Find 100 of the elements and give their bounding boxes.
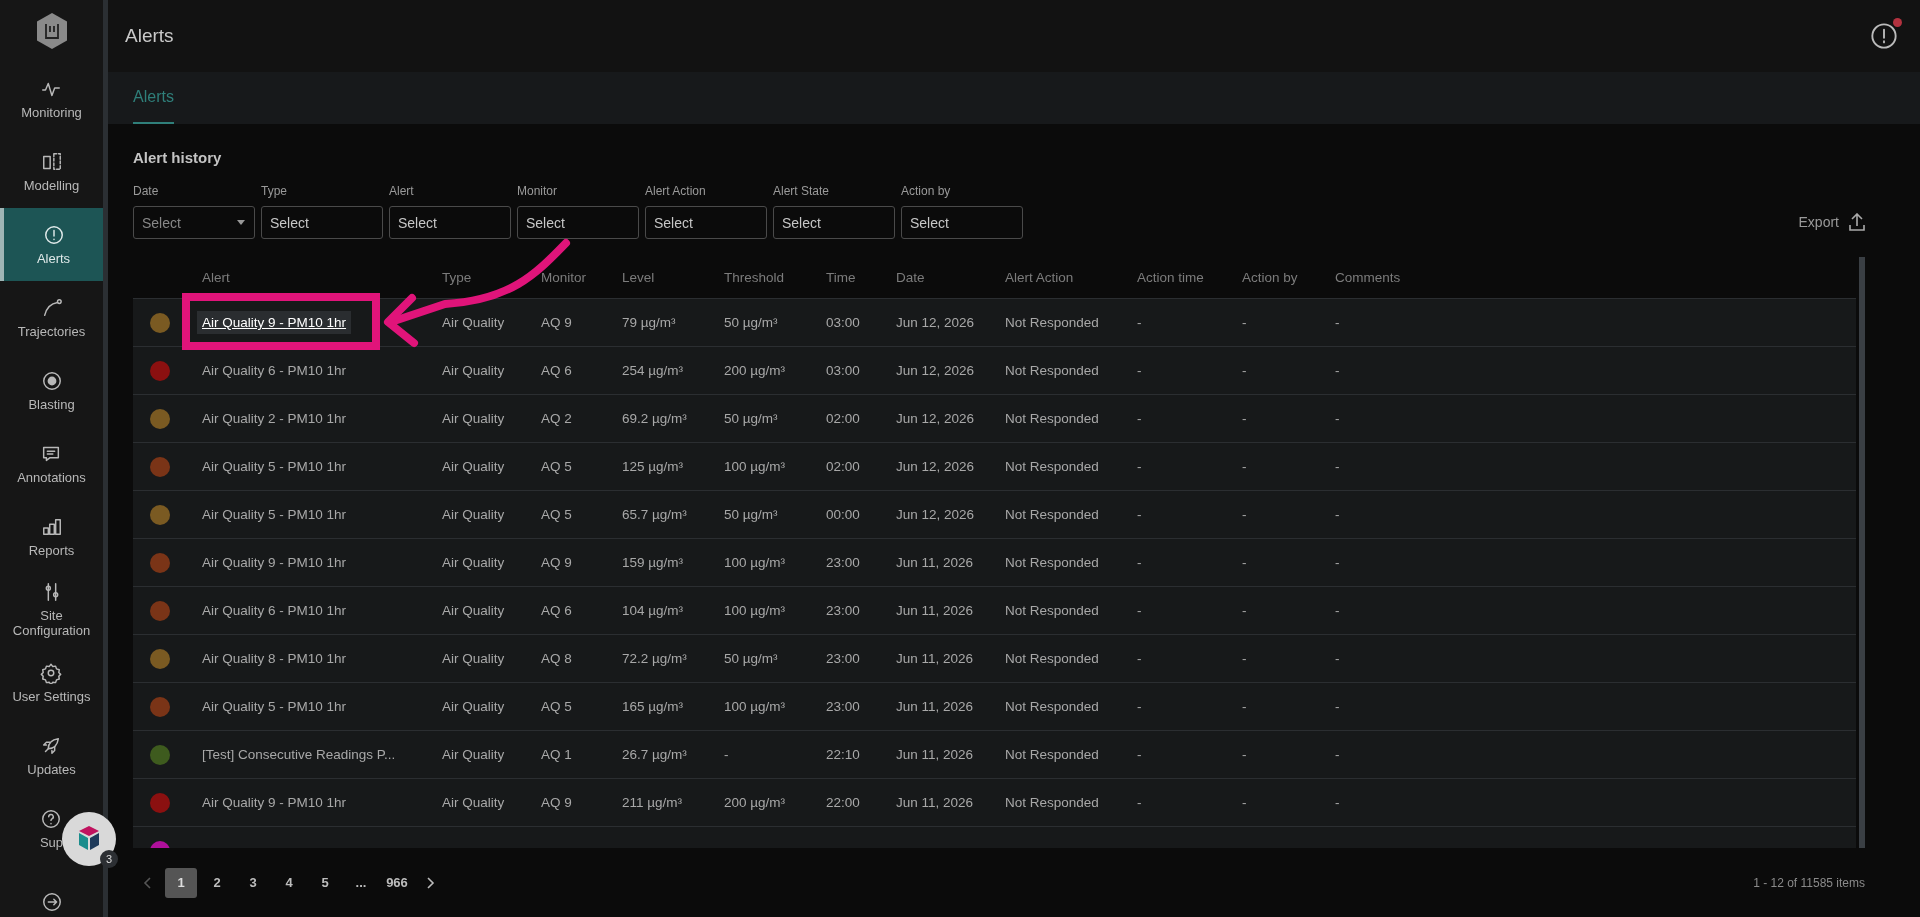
table-cell-text: - — [1242, 555, 1248, 570]
table-cell-text: - — [1335, 747, 1341, 762]
input-field[interactable]: Select — [517, 206, 639, 239]
input-field[interactable]: Select — [901, 206, 1023, 239]
page-button[interactable]: 2 — [201, 867, 233, 898]
table-cell-text: Air Quality — [442, 315, 506, 330]
filter-label: Alert Action — [645, 184, 707, 198]
sidebar-item[interactable]: Monitoring — [19, 62, 84, 135]
sidebar-item[interactable]: Updates — [25, 719, 78, 792]
sidebar-item[interactable]: Annotations — [15, 427, 88, 500]
sidebar-item[interactable]: Site Configuration — [0, 573, 103, 646]
table-cell-text: 125 µg/m³ — [622, 459, 685, 474]
page-button[interactable]: 966 — [381, 867, 413, 898]
table-cell-text: - — [1242, 699, 1248, 714]
table-cell-text: - — [1335, 315, 1341, 330]
export-button[interactable]: Export — [1798, 213, 1865, 231]
table-cell-text: Not Responded — [1005, 555, 1100, 570]
table-cell-text: 50 µg/m³ — [724, 411, 779, 426]
table-row[interactable]: Air Quality 6 - PM10 1hr Air Quality AQ 6 104 µg/m³ 100 µg/m³ 23:00 Jun 11, 2026 Not Responded - - - — [133, 586, 1856, 634]
upload-icon[interactable] — [1849, 213, 1865, 231]
sidebar-item[interactable]: Blasting — [26, 354, 77, 427]
alert-link[interactable]: Air Quality 9 - PM10 1hr — [197, 311, 352, 334]
table-row[interactable]: Air Quality 5 - PM10 1hr Air Quality AQ 5 165 µg/m³ 100 µg/m³ 23:00 Jun 11, 2026 Not Responded - - - — [133, 682, 1856, 730]
table-cell-text: - — [1137, 363, 1143, 378]
page-button[interactable]: 5 — [309, 867, 341, 898]
input-field[interactable]: Select — [773, 206, 895, 239]
page-button[interactable]: 1 — [165, 867, 197, 898]
table-cell-text: Not Responded — [1005, 411, 1100, 426]
table-cell-text: - — [1335, 459, 1341, 474]
table-cell-text: - — [1335, 603, 1341, 618]
input-field[interactable]: Select — [645, 206, 767, 239]
table-cell-text: Air Quality 5 - PM10 1hr — [202, 459, 348, 474]
sidebar-item[interactable]: Trajectories — [15, 281, 88, 354]
column-header: Monitor — [541, 270, 587, 285]
table-cell-text: 104 µg/m³ — [622, 603, 685, 618]
chevron-right-icon[interactable] — [427, 876, 435, 889]
table-cell-text: 26.7 µg/m³ — [622, 747, 688, 762]
column-header: Alert — [202, 270, 231, 285]
chevron-left-icon[interactable] — [143, 876, 151, 889]
table-cell-text: [Test] Consecutive Readings P... — [202, 747, 397, 762]
table-cell-text: 65.7 µg/m³ — [622, 507, 688, 522]
section-title: Alert history — [133, 149, 223, 166]
table-cell-text: - — [1335, 555, 1341, 570]
table-cell-text: - — [1137, 411, 1143, 426]
tab[interactable]: Alerts — [133, 72, 174, 124]
target-icon[interactable] — [40, 369, 63, 392]
table-row[interactable]: Air Quality 9 - PM10 1hr Air Quality AQ 9 159 µg/m³ 100 µg/m³ 23:00 Jun 11, 2026 Not Responded - - - — [133, 538, 1856, 586]
table-cell-text: 23:00 — [826, 555, 861, 570]
table-cell-text: 69.2 µg/m³ — [622, 411, 688, 426]
table-cell-text: Air Quality 9 - PM10 1hr — [202, 795, 348, 810]
page-button[interactable]: 4 — [273, 867, 305, 898]
table-row[interactable]: Air Quality 2 - PM10 1hr Air Quality AQ 2 69.2 µg/m³ 50 µg/m³ 02:00 Jun 12, 2026 Not Responded - - - — [133, 394, 1856, 442]
table-cell-text: Jun 12, 2026 — [896, 507, 976, 522]
help-icon[interactable] — [40, 807, 63, 830]
sidebar-item[interactable]: User Settings — [10, 646, 93, 719]
table-cell-text: 79 µg/m³ — [622, 315, 677, 330]
table-cell-text: Jun 11, 2026 — [896, 603, 975, 618]
table-cell-text: 03:00 — [826, 315, 861, 330]
settings-icon[interactable] — [40, 661, 63, 684]
table-cell-text: Air Quality 8 - PM10 1hr — [202, 651, 348, 666]
table-cell-text: AQ 6 — [541, 603, 573, 618]
sidebar-item[interactable]: Reports — [26, 500, 77, 573]
input-field[interactable]: Select — [261, 206, 383, 239]
table-row[interactable]: [Test] Consecutive Readings P... Air Quality AQ 1 26.7 µg/m³ - 22:10 Jun 11, 2026 Not Responded - - - — [133, 730, 1856, 778]
table-cell-text: Not Responded — [1005, 795, 1100, 810]
alert-icon[interactable] — [42, 223, 65, 246]
table-cell-text: 200 µg/m³ — [724, 795, 787, 810]
logout-icon[interactable] — [40, 890, 63, 913]
page-title: Alerts — [125, 25, 174, 47]
table-cell-text: - — [1335, 651, 1341, 666]
table-cell-text: Jun 11, 2026 — [896, 747, 975, 762]
table-cell-text: AQ 5 — [541, 507, 573, 522]
table-cell-text: - — [1242, 411, 1248, 426]
table-cell-text: 22:00 — [826, 795, 861, 810]
table-cell-text: 50 µg/m³ — [724, 507, 779, 522]
table-cell-text: 23:00 — [826, 699, 861, 714]
page-button[interactable]: 3 — [237, 867, 269, 898]
table-cell-text: Air Quality — [442, 459, 506, 474]
table-row[interactable]: Air Quality 8 - PM10 1hr Air Quality AQ 8 72.2 µg/m³ 50 µg/m³ 23:00 Jun 11, 2026 Not Responded - - - — [133, 634, 1856, 682]
table-row[interactable]: Air Quality 9 - PM10 1hr Air Quality AQ 9 211 µg/m³ 200 µg/m³ 22:00 Jun 11, 2026 Not Responded - - - — [133, 778, 1856, 826]
columns-icon[interactable] — [40, 150, 63, 173]
input-field[interactable]: Select — [389, 206, 511, 239]
table-cell-text: - — [1137, 651, 1143, 666]
page-button[interactable]: ... — [345, 867, 377, 898]
column-header: Alert Action — [1005, 270, 1075, 285]
sidebar-item[interactable]: Sup — [37, 792, 66, 865]
table-row[interactable]: Air Quality 9 - PM10 1hr Air Quality AQ 9 79 µg/m³ 50 µg/m³ 03:00 Jun 12, 2026 Not Responded - - - — [133, 298, 1856, 346]
sidebar-item[interactable]: Alerts — [0, 208, 103, 281]
caret-icon[interactable] — [237, 220, 245, 225]
table-cell-text: Jun 11, 2026 — [896, 699, 975, 714]
table-cell-text: 23:00 — [826, 603, 861, 618]
table-row[interactable]: Air Quality 6 - PM10 1hr Air Quality AQ 6 254 µg/m³ 200 µg/m³ 03:00 Jun 12, 2026 Not Responded - - - — [133, 346, 1856, 394]
sidebar-item[interactable]: Modelling — [21, 135, 82, 208]
table-cell-text: - — [1335, 699, 1341, 714]
table-row[interactable]: Air Quality 5 - PM10 1hr Air Quality AQ 5 65.7 µg/m³ 50 µg/m³ 00:00 Jun 12, 2026 Not Responded - - - — [133, 490, 1856, 538]
table-row[interactable]: Air Quality 5 - PM10 1hr Air Quality AQ 5 125 µg/m³ 100 µg/m³ 02:00 Jun 12, 2026 Not Responded - - - — [133, 442, 1856, 490]
alert-icon[interactable] — [1870, 22, 1898, 50]
table-cell-text: - — [1335, 795, 1341, 810]
dropdown-field[interactable]: Select — [133, 206, 255, 239]
logo-icon[interactable] — [34, 12, 69, 50]
